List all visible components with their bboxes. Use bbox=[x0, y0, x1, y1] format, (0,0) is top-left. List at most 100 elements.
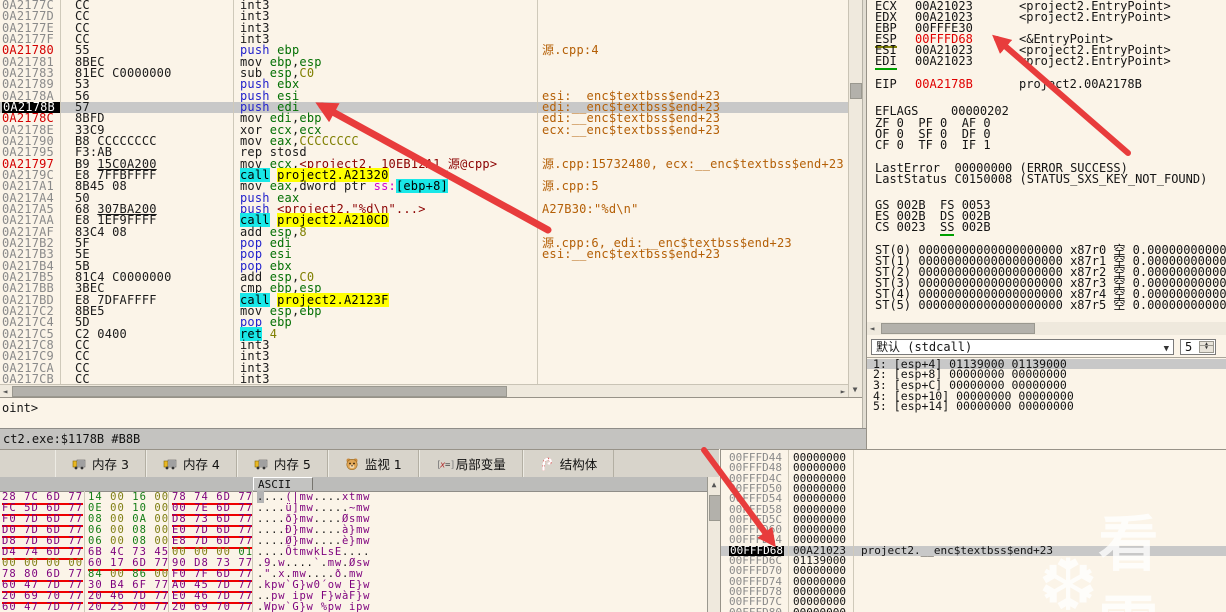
disasm-row[interactable]: 0A2178A 56 push esi esi:__enc$textbss$end+2… bbox=[0, 89, 848, 102]
scroll-thumb[interactable] bbox=[850, 83, 862, 99]
disasm-row[interactable]: 0A2177F CC int3 bbox=[0, 33, 848, 45]
arg-count-spinner[interactable]: 5 ▲ ▼ bbox=[1180, 339, 1216, 355]
disasm-hscrollbar[interactable]: ◄ ► bbox=[0, 384, 848, 398]
disasm-bytes: 5E bbox=[75, 247, 90, 262]
disasm-row[interactable]: 0A217C5 C2 0400 ret 4 bbox=[0, 326, 848, 341]
disasm-row[interactable]: 0A2177C CC int3 bbox=[0, 0, 848, 11]
column-separator bbox=[788, 450, 789, 612]
disassembly-panel[interactable]: 0A2177C CC int3 0A2177D CC int3 0A2177E CC int3 0… bbox=[0, 0, 848, 384]
tab-label: 结构体 bbox=[559, 457, 598, 472]
disasm-comment bbox=[542, 57, 842, 68]
register-row[interactable]: EDI 00A21023 <project2.EntryPoint> bbox=[875, 54, 1171, 70]
stack-panel[interactable]: 00FFFD44 00000000 00FFFD48 00000000 00FFFD4C… bbox=[720, 449, 1226, 612]
column-separator bbox=[84, 491, 85, 612]
disasm-bytes: 81EC C0000000 bbox=[75, 65, 172, 80]
info-pane-text: oint> bbox=[2, 401, 39, 415]
segment-line[interactable]: CS 0023 SS 002B bbox=[875, 220, 991, 236]
disasm-row[interactable]: 0A2178C 8BFD mov edi,ebp edi:__enc$textbss$… bbox=[0, 112, 848, 124]
scroll-up-icon[interactable]: ▲ bbox=[710, 480, 718, 490]
disasm-row[interactable]: 0A217C8 CC int3 bbox=[0, 337, 848, 352]
disasm-row[interactable]: 0A217CA CC int3 bbox=[0, 360, 848, 375]
register-row-eip[interactable]: EIP 00A2178B project2.00A2178B bbox=[875, 78, 1142, 90]
struct-icon bbox=[540, 457, 554, 471]
disasm-bytes: 83C4 08 bbox=[75, 224, 127, 239]
st-register-row[interactable]: ST(5) 00000000000000000000 x87r5 空 0.000… bbox=[875, 299, 1226, 311]
dump-header: ASCII bbox=[0, 477, 707, 492]
disasm-comment bbox=[542, 329, 842, 340]
disasm-bytes: CC bbox=[75, 0, 90, 12]
flags-line[interactable]: CF 0 TF 0 IF 1 bbox=[875, 139, 991, 151]
calling-convention-select[interactable]: 默认 (stdcall) ▼ bbox=[871, 339, 1174, 355]
tab-结构体[interactable]: 结构体 bbox=[522, 450, 615, 477]
column-separator bbox=[853, 450, 854, 612]
column-separator bbox=[60, 0, 61, 384]
tab-内存-4[interactable]: 内存 4 bbox=[145, 450, 237, 477]
disasm-comment bbox=[542, 215, 842, 226]
tab-内存-3[interactable]: 内存 3 bbox=[55, 450, 146, 477]
disasm-row[interactable]: 0A217C4 5D pop ebp bbox=[0, 316, 848, 328]
disasm-row[interactable]: 0A217C9 CC int3 bbox=[0, 349, 848, 364]
disasm-comment bbox=[542, 0, 842, 11]
disasm-vscrollbar[interactable]: ▼ bbox=[848, 0, 863, 397]
disasm-comment: A27B30:"%d\n" bbox=[542, 201, 639, 216]
ascii-column-header: ASCII bbox=[253, 477, 313, 491]
scroll-thumb[interactable] bbox=[881, 323, 1035, 334]
scroll-thumb[interactable] bbox=[12, 386, 507, 397]
info-pane: oint> bbox=[0, 397, 862, 428]
disasm-instruction: int3 bbox=[240, 0, 270, 12]
disasm-row[interactable]: 0A217AA E8 1EF9FFFF call project2.A210CD bbox=[0, 213, 848, 228]
locals-icon: [x=] bbox=[436, 457, 455, 471]
registers-panel[interactable]: ECX 00A21023 <project2.EntryPoint> EDX 00A21… bbox=[866, 0, 1226, 449]
stack-arg-row[interactable]: 5: [esp+14] 00000000 00000000 bbox=[867, 401, 1226, 412]
column-separator bbox=[168, 491, 169, 612]
dump-bytes: 60 47 7D 77 bbox=[2, 601, 84, 612]
disasm-row[interactable]: 0A2178B 57 push edi edi:__enc$textbss$end+2… bbox=[0, 101, 848, 114]
dump-vscrollbar[interactable]: ▲ bbox=[707, 477, 721, 612]
args-list[interactable]: 1: [esp+4] 01139000 01139000 2: [esp+8] 0… bbox=[867, 357, 1226, 417]
disasm-comment bbox=[542, 340, 842, 351]
disasm-row[interactable]: 0A21790 B8 CCCCCCCC mov eax,CCCCCCCC bbox=[0, 135, 848, 147]
disasm-comment bbox=[542, 306, 842, 317]
disasm-comment bbox=[542, 136, 842, 147]
tab-内存-5[interactable]: 内存 5 bbox=[236, 450, 328, 477]
dump-panel[interactable]: ASCII 28 7C 6D 77 14 00 16 00 78 74 6D 77.… bbox=[0, 477, 707, 612]
disasm-bytes: 53 bbox=[75, 77, 90, 92]
disasm-row[interactable]: 0A2177E CC int3 bbox=[0, 21, 848, 34]
registers-hscrollbar[interactable]: ◄ bbox=[867, 322, 1226, 335]
tab-局部变量[interactable]: [x=]局部变量 bbox=[418, 450, 523, 477]
tab-label: 监视 1 bbox=[364, 457, 402, 472]
status-bar: ct2.exe:$1178B #B8B bbox=[0, 428, 866, 449]
last-status-row[interactable]: LastStatus C0150008 (STATUS_SXS_KEY_NOT_… bbox=[875, 173, 1207, 185]
arg-count-value: 5 bbox=[1185, 340, 1193, 354]
disasm-row[interactable]: 0A217B2 5F pop edi 源.cpp:6, edi:__enc$textb… bbox=[0, 237, 848, 249]
disasm-instruction: int3 bbox=[240, 349, 270, 364]
disasm-row[interactable]: 0A217C2 8BE5 mov esp,ebp bbox=[0, 303, 848, 318]
disasm-row[interactable]: 0A217B5 81C4 C0000000 add esp,C0 bbox=[0, 271, 848, 283]
disasm-row[interactable]: 0A21789 53 push ebx bbox=[0, 77, 848, 92]
tab-监视-1[interactable]: 监视 1 bbox=[327, 450, 419, 477]
disasm-row[interactable]: 0A217A1 8B45 08 mov eax,dword ptr ss:[ebp+… bbox=[0, 179, 848, 194]
disasm-row[interactable]: 0A21780 55 push ebp 源.cpp:4 bbox=[0, 44, 848, 56]
disasm-comment bbox=[542, 11, 842, 22]
stack-value: 00000000 bbox=[793, 605, 846, 612]
scroll-right-icon[interactable]: ► bbox=[839, 387, 847, 397]
calling-convention-row: 默认 (stdcall) ▼ 5 ▲ ▼ bbox=[867, 338, 1226, 358]
disasm-row[interactable]: 0A217CB CC int3 bbox=[0, 373, 848, 384]
scroll-left-icon[interactable]: ◄ bbox=[1, 387, 9, 397]
disasm-bytes: CC bbox=[75, 337, 90, 352]
disasm-comment bbox=[542, 23, 842, 34]
disasm-row[interactable]: 0A217BD E8 7DFAFFFF call project2.A2123F bbox=[0, 292, 848, 307]
disasm-bytes: CC bbox=[75, 360, 90, 375]
debugger-window: 0A2177C CC int3 0A2177D CC int3 0A2177E CC int3 0… bbox=[0, 0, 1226, 612]
disasm-row[interactable]: 0A2177D CC int3 bbox=[0, 10, 848, 22]
dump-row[interactable]: 60 47 7D 77 20 25 70 77 20 69 70 77 .Wpw`G}… bbox=[0, 601, 707, 612]
stack-row[interactable]: 00FFFD80 00000000 bbox=[721, 605, 1226, 612]
chevron-down-icon[interactable]: ▼ bbox=[1164, 342, 1169, 357]
disasm-instruction: int3 bbox=[240, 360, 270, 375]
disasm-bytes: 8BE5 bbox=[75, 303, 105, 318]
scroll-down-icon[interactable]: ▼ bbox=[851, 385, 859, 395]
disasm-row[interactable]: 0A21783 81EC C0000000 sub esp,C0 bbox=[0, 65, 848, 80]
disasm-row[interactable]: 0A217B3 5E pop esi esi:__enc$textbss$end+23 bbox=[0, 247, 848, 262]
spinner-down-icon[interactable]: ▼ bbox=[1199, 345, 1214, 353]
scroll-left-icon[interactable]: ◄ bbox=[868, 324, 876, 334]
